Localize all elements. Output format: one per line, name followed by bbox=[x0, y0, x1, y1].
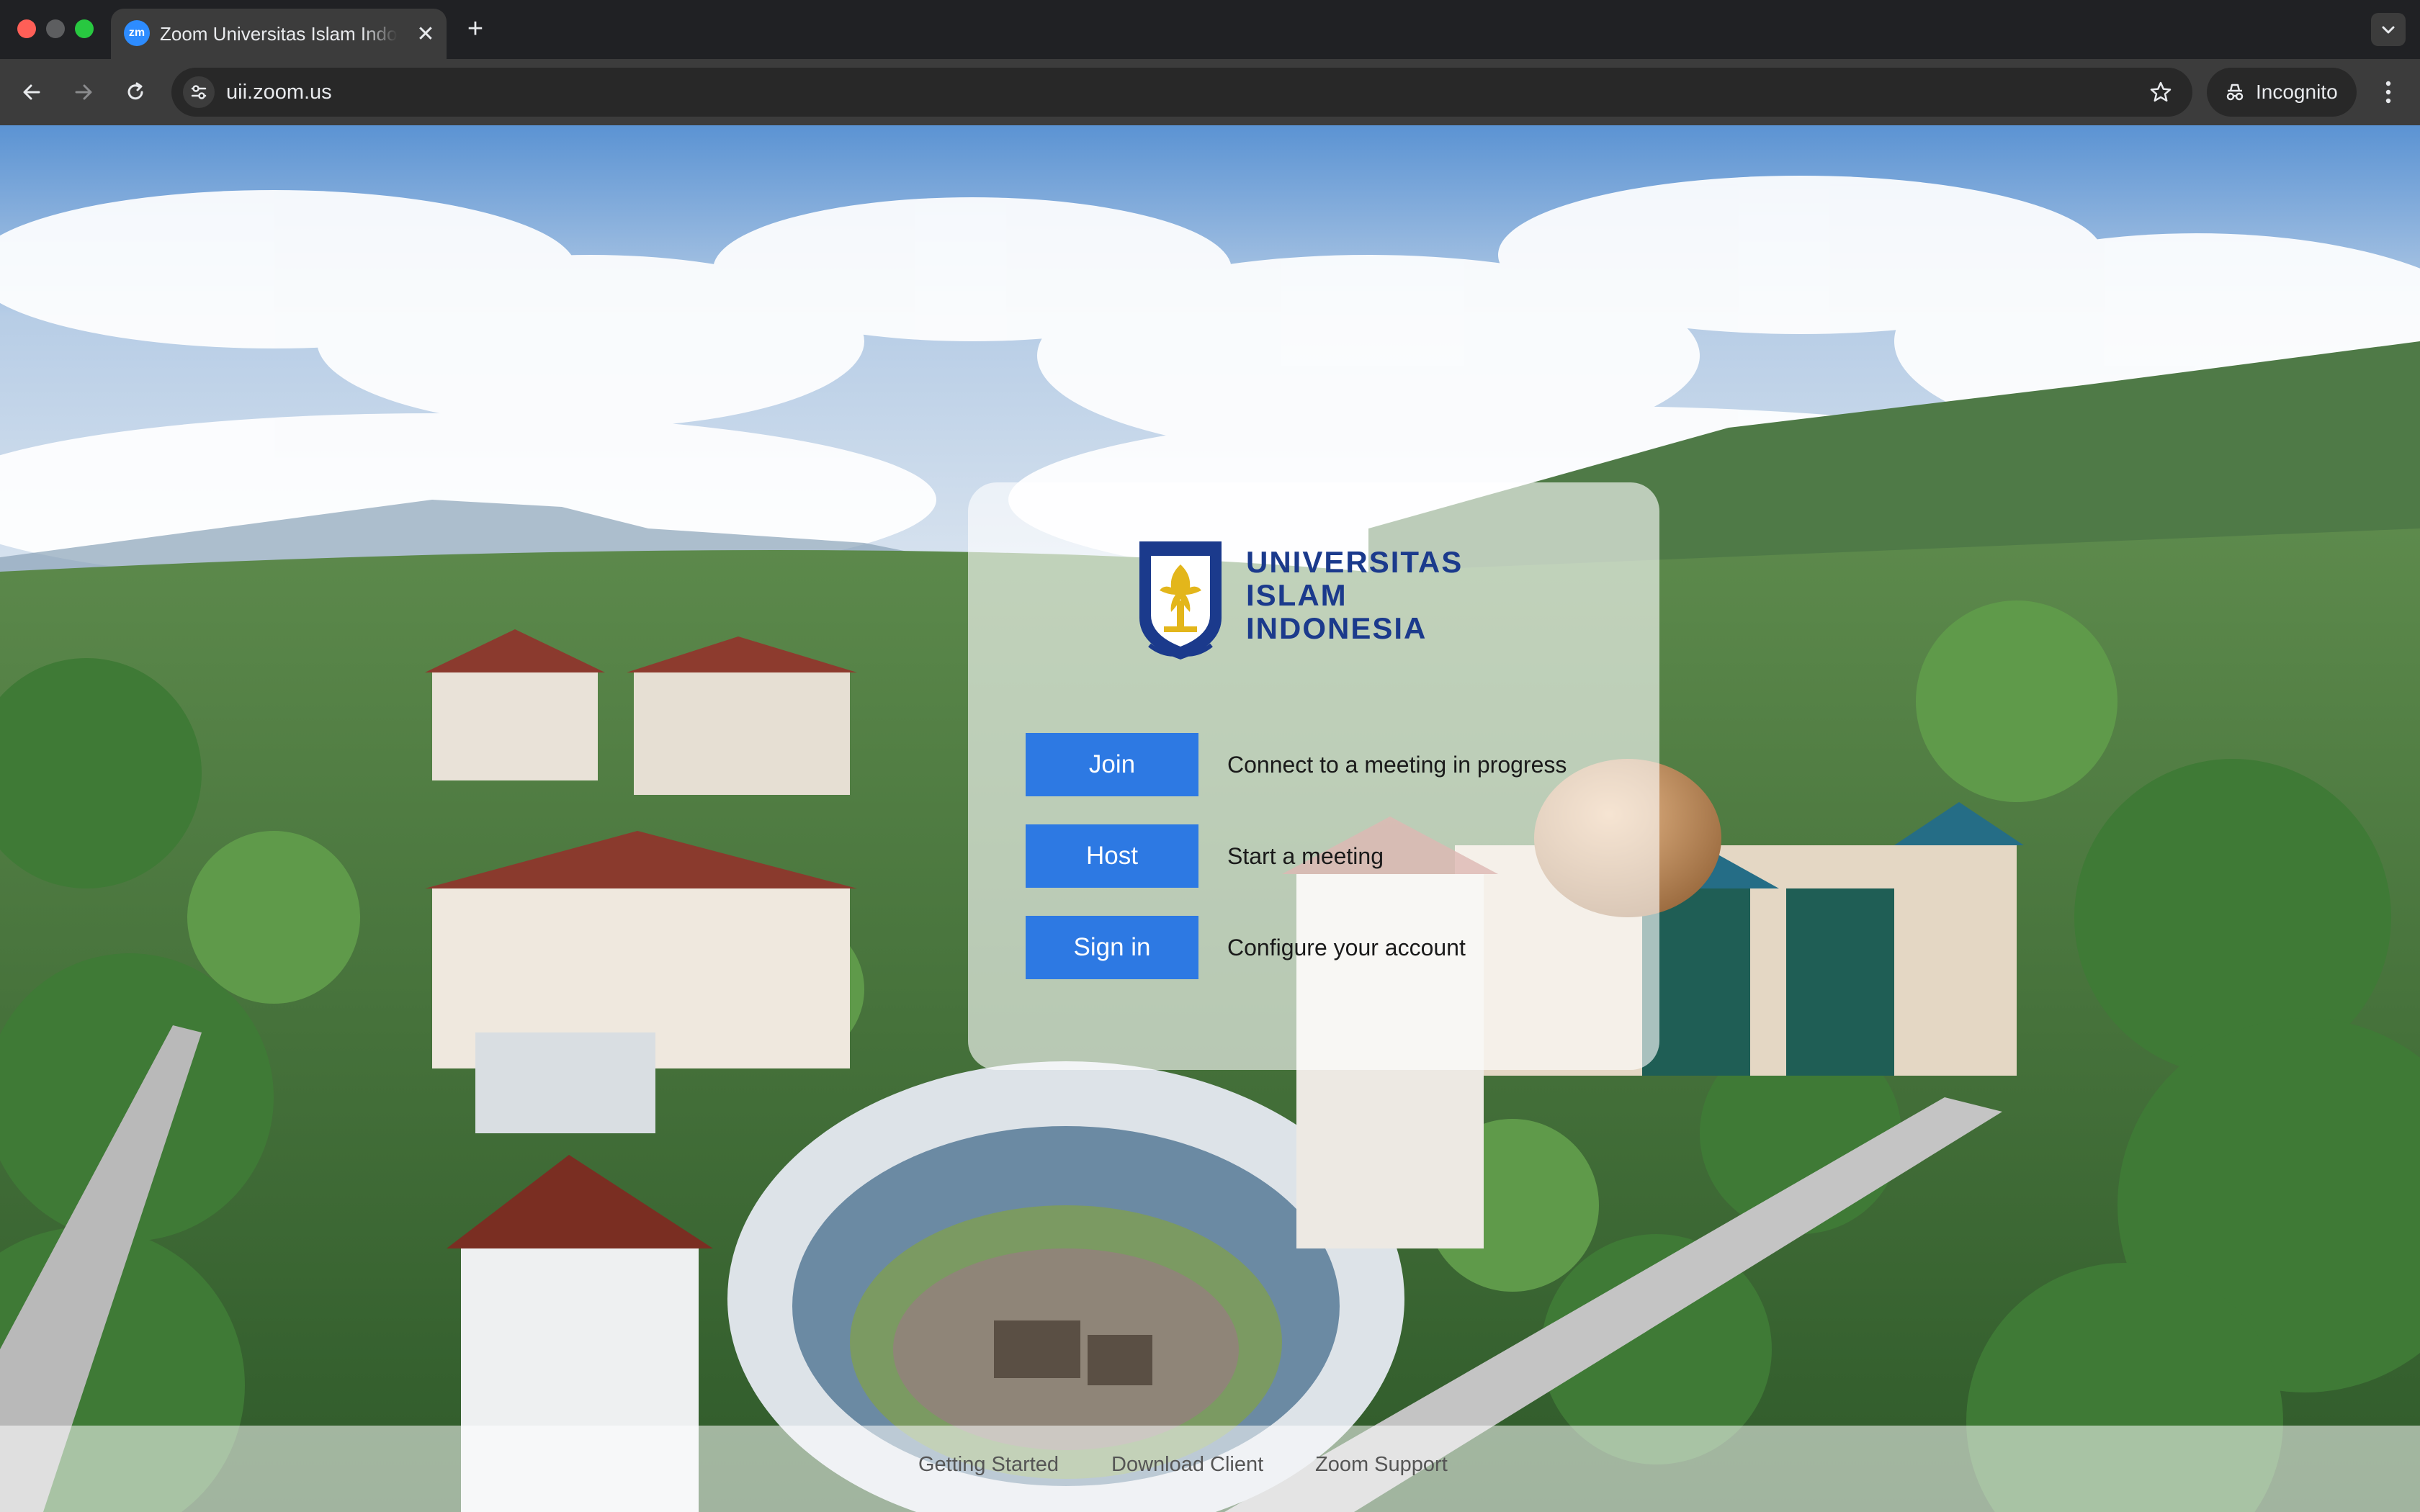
sign-in-description: Configure your account bbox=[1227, 935, 1466, 960]
tab-title: Zoom Universitas Islam Indonesia bbox=[160, 23, 398, 45]
incognito-icon bbox=[2226, 84, 2244, 101]
bookmark-star-icon[interactable] bbox=[2146, 78, 2175, 107]
uii-wordmark: UNIVERSITAS ISLAM INDONESIA bbox=[1246, 546, 1463, 645]
login-card: UNIVERSITAS ISLAM INDONESIA Join Connect… bbox=[968, 482, 1659, 1070]
host-row: Host Start a meeting bbox=[1026, 824, 1616, 888]
zoom-support-link[interactable]: Zoom Support bbox=[1315, 1450, 1448, 1479]
join-button[interactable]: Join bbox=[1026, 733, 1198, 796]
tab-search-chevron-icon[interactable] bbox=[2371, 13, 2406, 46]
maximize-window-button[interactable] bbox=[75, 19, 94, 38]
incognito-indicator[interactable]: Incognito bbox=[2207, 68, 2357, 117]
reload-icon[interactable] bbox=[117, 73, 154, 111]
forward-arrow-icon[interactable] bbox=[65, 73, 102, 111]
host-button[interactable]: Host bbox=[1026, 824, 1198, 888]
url-text[interactable]: uii.zoom.us bbox=[226, 78, 332, 107]
browser-toolbar: uii.zoom.us Incognito bbox=[0, 59, 2420, 125]
host-description: Start a meeting bbox=[1227, 843, 1384, 869]
incognito-label: Incognito bbox=[2256, 81, 2338, 103]
sign-in-row: Sign in Configure your account bbox=[1026, 916, 1616, 979]
browser-menu-icon[interactable] bbox=[2372, 73, 2404, 111]
download-client-link[interactable]: Download Client bbox=[1111, 1450, 1263, 1479]
uii-logo: UNIVERSITAS ISLAM INDONESIA bbox=[1135, 537, 1495, 667]
browser-tab-strip: zm Zoom Universitas Islam Indonesia ✕ + bbox=[0, 0, 2420, 59]
close-window-button[interactable] bbox=[17, 19, 36, 38]
browser-tab-active[interactable]: zm Zoom Universitas Islam Indonesia ✕ bbox=[111, 9, 447, 59]
address-bar[interactable]: uii.zoom.us bbox=[171, 68, 2192, 117]
page-footer: Getting Started Download Client Zoom Sup… bbox=[0, 1426, 2420, 1512]
tab-close-icon[interactable]: ✕ bbox=[412, 20, 439, 48]
join-row: Join Connect to a meeting in progress bbox=[1026, 733, 1616, 796]
logo-line-3: INDONESIA bbox=[1246, 611, 1428, 645]
minimize-window-button[interactable] bbox=[46, 19, 65, 38]
sign-in-button[interactable]: Sign in bbox=[1026, 916, 1198, 979]
getting-started-link[interactable]: Getting Started bbox=[918, 1450, 1059, 1479]
logo-line-1: UNIVERSITAS bbox=[1246, 545, 1464, 579]
new-tab-icon[interactable]: + bbox=[461, 14, 490, 44]
back-arrow-icon[interactable] bbox=[13, 73, 50, 111]
zoom-favicon-icon: zm bbox=[124, 20, 150, 46]
uii-emblem-icon bbox=[1139, 541, 1222, 660]
join-description: Connect to a meeting in progress bbox=[1227, 752, 1567, 778]
logo-line-2: ISLAM bbox=[1246, 578, 1348, 612]
site-info-tune-icon[interactable] bbox=[183, 76, 215, 108]
page-viewport: UNIVERSITAS ISLAM INDONESIA Join Connect… bbox=[0, 125, 2420, 1512]
